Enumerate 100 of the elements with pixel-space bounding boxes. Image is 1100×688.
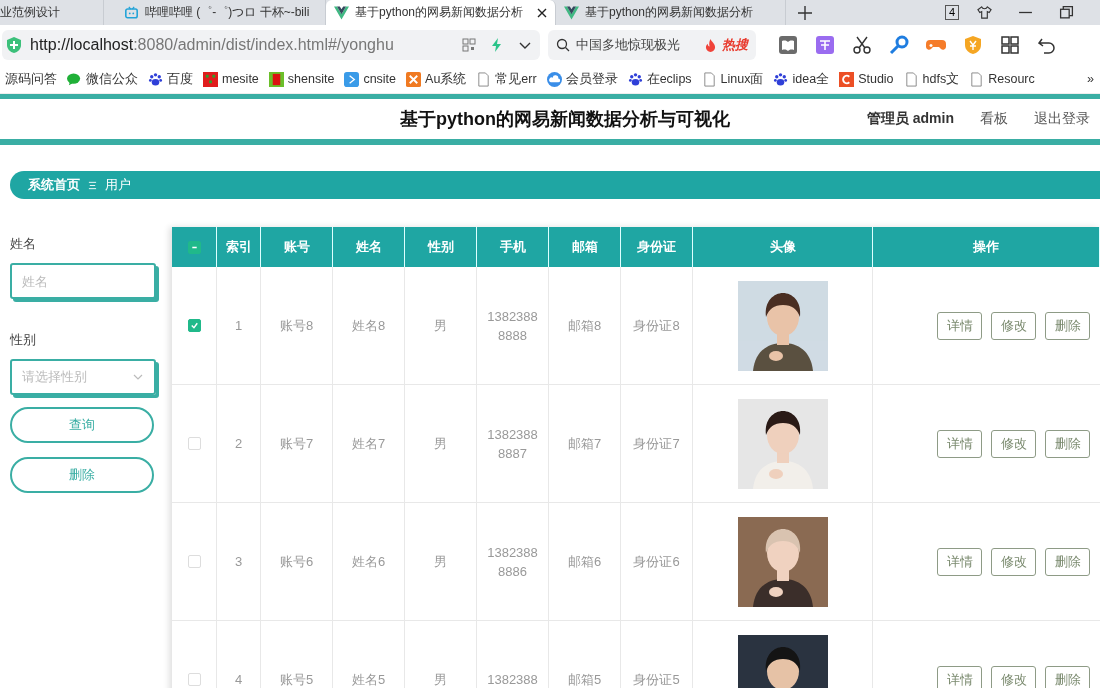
table-cell-text: 账号7 bbox=[279, 435, 314, 453]
bookmark-link[interactable]: Resourc bbox=[988, 72, 1035, 86]
row-action-button[interactable]: 删除 bbox=[1045, 311, 1090, 340]
book-icon[interactable] bbox=[778, 35, 798, 55]
row-action-button[interactable]: 详情 bbox=[937, 311, 982, 340]
chat-bubble-icon bbox=[67, 71, 82, 87]
bookmark-link[interactable]: hdfs文 bbox=[922, 70, 960, 88]
bookmark-link[interactable]: 常见err bbox=[495, 70, 537, 88]
table-cell-text: 男 bbox=[434, 553, 447, 571]
table-cell-text: 2 bbox=[234, 435, 243, 453]
table-cell-text: 邮箱5 bbox=[567, 671, 602, 688]
row-action-button[interactable]: 删除 bbox=[1045, 429, 1090, 458]
tab-title: 业范例设计 bbox=[0, 4, 61, 21]
row-action-button[interactable]: 修改 bbox=[991, 665, 1036, 688]
c-logo-icon bbox=[839, 71, 855, 87]
column-header: 头像 bbox=[693, 227, 873, 267]
scissors-icon[interactable] bbox=[852, 35, 872, 55]
square-icon bbox=[268, 71, 284, 87]
table-cell-text: 13823888886 bbox=[487, 543, 538, 581]
search-field[interactable]: 中国多地惊现极光 热搜 bbox=[548, 30, 756, 60]
document-icon bbox=[903, 71, 919, 87]
tab-count[interactable]: 4 bbox=[944, 5, 959, 20]
row-action-button[interactable]: 删除 bbox=[1045, 665, 1090, 688]
name-input[interactable]: 姓名 bbox=[10, 263, 156, 299]
table-cell-text: 邮箱8 bbox=[567, 317, 602, 335]
row-action-button[interactable]: 修改 bbox=[991, 429, 1036, 458]
restore-icon[interactable] bbox=[1059, 5, 1074, 20]
qr-code-icon[interactable] bbox=[462, 38, 476, 52]
table-cell-text: 1382388 bbox=[487, 671, 538, 688]
row-checkbox[interactable] bbox=[187, 319, 201, 332]
translate-icon[interactable] bbox=[815, 35, 835, 55]
apps-grid-icon[interactable] bbox=[1000, 35, 1020, 55]
trending-label[interactable]: 热搜 bbox=[722, 36, 748, 54]
table-cell-text: 身份证6 bbox=[633, 553, 680, 571]
browser-tab[interactable]: 业范例设计 bbox=[0, 0, 104, 25]
table-cell-text: 身份证8 bbox=[633, 317, 680, 335]
tab-title: 哔哩哔哩 (゜-゜)つロ 干杯~-bili bbox=[145, 4, 311, 21]
bookmark-link[interactable]: cnsite bbox=[363, 72, 397, 86]
bookmark-link[interactable]: 会员登录 bbox=[565, 70, 618, 88]
bookmark-link[interactable]: shensite bbox=[287, 72, 335, 86]
row-action-button[interactable]: 删除 bbox=[1045, 547, 1090, 576]
paw-icon bbox=[773, 71, 789, 87]
separator-icon bbox=[88, 180, 97, 190]
table-cell-text: 邮箱6 bbox=[567, 553, 602, 571]
cloud-icon bbox=[546, 71, 562, 87]
nav-link[interactable]: 退出登录 bbox=[1034, 110, 1090, 128]
table-cell-text: 账号8 bbox=[279, 317, 314, 335]
row-action-button[interactable]: 修改 bbox=[991, 311, 1036, 340]
row-action-button[interactable]: 详情 bbox=[937, 547, 982, 576]
address-bar[interactable]: http://localhost:8080/admin/dist/index.html#/yonghu bbox=[2, 30, 540, 60]
bookmark-link[interactable]: Linux面 bbox=[720, 70, 764, 88]
column-header: 手机 bbox=[477, 227, 549, 267]
new-tab-icon[interactable] bbox=[798, 5, 812, 20]
bookmark-link[interactable]: 在eclips bbox=[646, 70, 692, 88]
play-icon bbox=[344, 71, 360, 87]
more-bookmarks-button[interactable]: » bbox=[1087, 72, 1094, 86]
row-action-button[interactable]: 修改 bbox=[991, 547, 1036, 576]
row-action-button[interactable]: 详情 bbox=[937, 429, 982, 458]
document-icon bbox=[969, 71, 985, 87]
table-cell-text: 账号6 bbox=[279, 553, 314, 571]
flame-icon bbox=[705, 38, 716, 52]
paw-icon bbox=[148, 71, 163, 87]
user-label: 管理员 admin bbox=[866, 110, 954, 128]
bookmark-link[interactable]: Studio bbox=[858, 72, 894, 86]
close-icon[interactable] bbox=[537, 7, 547, 18]
table-cell-text: 姓名5 bbox=[351, 671, 386, 688]
table-cell-text: 男 bbox=[434, 435, 447, 453]
column-header: 索引 bbox=[217, 227, 261, 267]
bookmark-link[interactable]: idea全 bbox=[792, 70, 830, 88]
search-icon bbox=[556, 38, 570, 52]
bookmark-link[interactable]: Au系统 bbox=[425, 70, 467, 88]
select-all-checkbox[interactable] bbox=[187, 240, 201, 254]
table-cell-text: 账号5 bbox=[279, 671, 314, 688]
bookmark-link[interactable]: mesite bbox=[222, 72, 259, 86]
table-cell-text: 邮箱7 bbox=[567, 435, 602, 453]
column-header: 性别 bbox=[405, 227, 477, 267]
document-icon bbox=[701, 71, 717, 87]
page-title: 基于python的网易新闻数据分析与可视化 bbox=[400, 108, 730, 131]
bookmark-link[interactable]: 微信公众 bbox=[86, 70, 138, 88]
table-cell-text: 男 bbox=[434, 317, 447, 335]
table-cell-text: 13823888887 bbox=[487, 425, 538, 463]
url-text: http://localhost:8080/admin/dist/index.html#/yonghu bbox=[30, 36, 395, 54]
nav-link[interactable]: 看板 bbox=[980, 110, 1008, 128]
breadcrumb-current: 用户 bbox=[105, 176, 131, 194]
row-action-button[interactable]: 详情 bbox=[937, 665, 982, 688]
bookmark-link[interactable]: 源码问答 bbox=[5, 70, 57, 88]
shield-icon bbox=[6, 37, 22, 53]
column-header: 账号 bbox=[261, 227, 333, 267]
table-cell-text: 姓名7 bbox=[351, 435, 386, 453]
shirt-icon[interactable] bbox=[977, 5, 992, 20]
table-cell-text: 1 bbox=[234, 317, 243, 335]
bookmark-link[interactable]: 百度 bbox=[167, 70, 193, 88]
search-text: 中国多地惊现极光 bbox=[576, 36, 681, 54]
column-header: 邮箱 bbox=[549, 227, 621, 267]
table-cell-text: 4 bbox=[234, 671, 243, 688]
browser-tab[interactable]: 基于python的网易新闻数据分析 bbox=[326, 0, 556, 25]
column-header: 操作 bbox=[873, 227, 1100, 267]
tab-title: 基于python的网易新闻数据分析 bbox=[355, 4, 525, 21]
field-label: 姓名 bbox=[10, 235, 37, 253]
vue-logo-icon bbox=[334, 5, 349, 20]
